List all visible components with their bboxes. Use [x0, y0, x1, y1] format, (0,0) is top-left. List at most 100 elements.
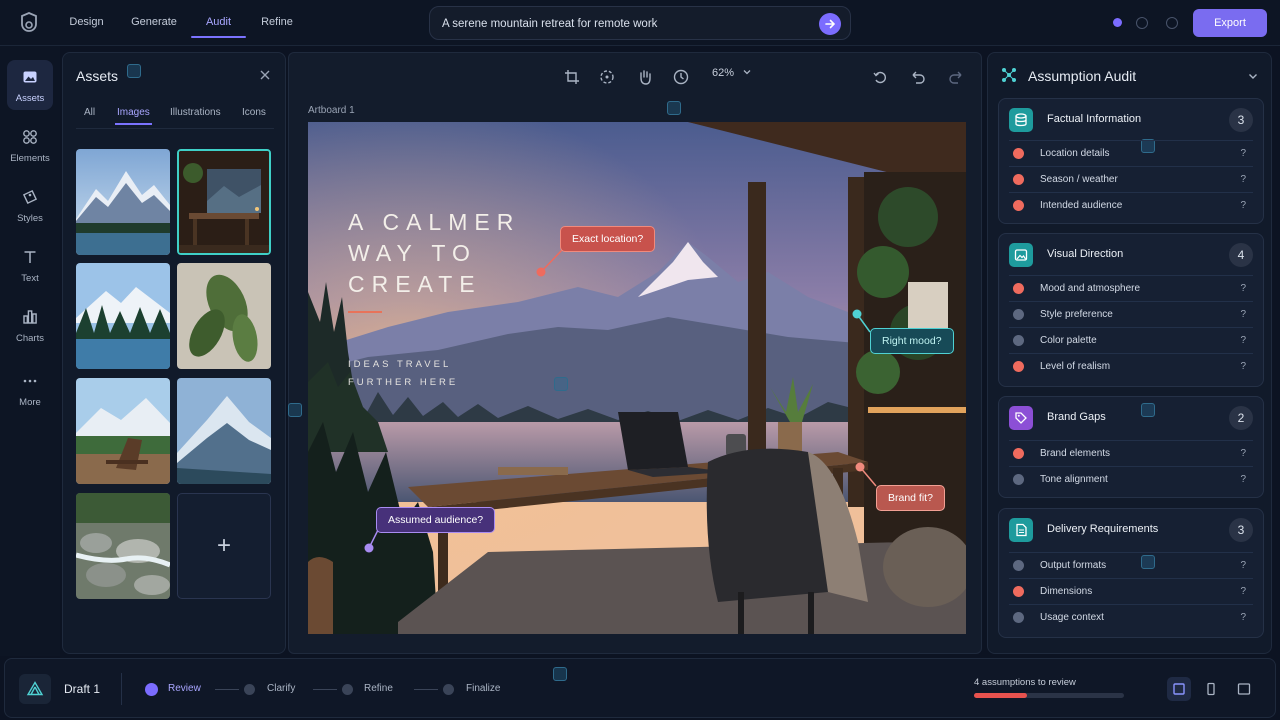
assets-title: Assets — [76, 68, 119, 84]
step-dot-finalize[interactable] — [443, 684, 454, 695]
app-logo-icon[interactable] — [16, 10, 42, 36]
tab-design[interactable]: Design — [60, 0, 113, 46]
canvas-area: 62% Artboard 1 A CALMER WAY TO CREATE ID… — [288, 52, 982, 654]
step-connector — [414, 689, 438, 690]
audit-item-dimensions[interactable]: Dimensions? — [1009, 578, 1253, 604]
help-icon[interactable]: ? — [1240, 361, 1246, 372]
bar-chart-icon — [23, 310, 37, 324]
help-icon[interactable]: ? — [1240, 148, 1246, 159]
asset-tab-icons[interactable]: Icons — [242, 107, 266, 118]
asset-thumbnail-alpine-lake[interactable] — [76, 263, 170, 369]
step-label-review[interactable]: Review — [168, 683, 201, 694]
step-label-clarify[interactable]: Clarify — [267, 683, 295, 694]
export-button[interactable]: Export — [1193, 9, 1267, 37]
audit-section-factual[interactable]: Factual Information 3 Location details? … — [998, 98, 1264, 224]
audit-item-season-weather[interactable]: Season / weather? — [1009, 166, 1253, 192]
tag-icon — [22, 189, 38, 205]
tab-generate[interactable]: Generate — [124, 0, 184, 46]
help-icon[interactable]: ? — [1240, 586, 1246, 597]
audit-item-intended-audience[interactable]: Intended audience? — [1009, 192, 1253, 218]
annotation-exact-location[interactable]: Exact location? — [560, 226, 656, 252]
audit-section-delivery-requirements[interactable]: Delivery Requirements 3 Output formats? … — [998, 508, 1264, 638]
audit-item-output-formats[interactable]: Output formats? — [1009, 552, 1253, 578]
rail-item-assets[interactable]: Assets — [7, 60, 53, 110]
audit-item-location-details[interactable]: Location details? — [1009, 140, 1253, 166]
asset-tab-all[interactable]: All — [84, 107, 95, 118]
step-dot-refine[interactable] — [342, 684, 353, 695]
asset-thumbnail-deck-chair[interactable] — [76, 378, 170, 484]
view-desktop-button[interactable] — [1167, 677, 1191, 701]
rail-item-more[interactable]: More — [7, 364, 53, 414]
annotation-right-mood[interactable]: Right mood? — [870, 328, 954, 354]
hand-icon[interactable] — [635, 67, 655, 87]
help-icon[interactable]: ? — [1240, 612, 1246, 623]
top-bar: Design Generate Audit Refine Export — [0, 0, 1280, 46]
draft-name[interactable]: Draft 1 — [64, 682, 100, 696]
asset-thumbnail-mountain-lake[interactable] — [76, 149, 170, 255]
fit-icon[interactable] — [671, 67, 691, 87]
tab-refine[interactable]: Refine — [251, 0, 303, 46]
history-icon[interactable] — [870, 67, 890, 87]
crop-icon[interactable] — [562, 67, 582, 87]
mobile-icon — [1207, 682, 1215, 696]
rail-label-assets: Assets — [15, 93, 45, 104]
zoom-level[interactable]: 62% — [712, 67, 751, 79]
rail-item-text[interactable]: Text — [7, 240, 53, 290]
help-icon[interactable]: ? — [1240, 174, 1246, 185]
help-icon[interactable]: ? — [1240, 448, 1246, 459]
rail-label-styles: Styles — [17, 213, 43, 224]
item-label: Output formats — [1040, 560, 1107, 571]
undo-icon[interactable] — [908, 67, 928, 87]
redo-icon[interactable] — [946, 67, 966, 87]
annotation-assumed-audience[interactable]: Assumed audience? — [376, 507, 496, 533]
audit-item-style-preference[interactable]: Style preference? — [1009, 301, 1253, 327]
assets-panel: Assets All Images Illustrations Icons + — [62, 52, 286, 654]
tab-audit[interactable]: Audit — [191, 0, 246, 46]
asset-thumbnail-plant-leaves[interactable] — [177, 263, 271, 369]
rail-item-elements[interactable]: Elements — [7, 120, 53, 170]
status-dot-active[interactable] — [1113, 18, 1122, 27]
help-icon[interactable]: ? — [1240, 283, 1246, 294]
audit-item-brand-elements[interactable]: Brand elements? — [1009, 440, 1253, 466]
asset-tab-images[interactable]: Images — [115, 107, 152, 125]
collapse-chevron-icon[interactable] — [1248, 71, 1258, 81]
audit-item-tone-alignment[interactable]: Tone alignment? — [1009, 466, 1253, 492]
submit-prompt-button[interactable] — [819, 13, 841, 35]
asset-thumbnail-cabin-desk-selected[interactable] — [177, 149, 271, 255]
view-mobile-button[interactable] — [1199, 677, 1223, 701]
step-dot-clarify[interactable] — [244, 684, 255, 695]
rail-item-styles[interactable]: Styles — [7, 180, 53, 230]
status-dot-2[interactable] — [1136, 17, 1148, 29]
step-label-finalize[interactable]: Finalize — [466, 683, 500, 694]
help-icon[interactable]: ? — [1240, 309, 1246, 320]
view-tablet-button[interactable] — [1232, 677, 1256, 701]
help-icon[interactable]: ? — [1240, 474, 1246, 485]
asset-tab-illustrations[interactable]: Illustrations — [170, 107, 221, 118]
annotation-brand-fit[interactable]: Brand fit? — [876, 485, 945, 511]
audit-item-level-of-realism[interactable]: Level of realism? — [1009, 353, 1253, 379]
select-icon[interactable] — [597, 67, 617, 87]
audit-item-usage-context[interactable]: Usage context? — [1009, 604, 1253, 630]
rail-label-more: More — [19, 397, 41, 408]
audit-section-brand-gaps[interactable]: Brand Gaps 2 Brand elements? Tone alignm… — [998, 396, 1264, 498]
asset-thumbnail-river-rocks[interactable] — [76, 493, 170, 599]
help-icon[interactable]: ? — [1240, 200, 1246, 211]
divider — [121, 673, 122, 705]
status-dot-3[interactable] — [1166, 17, 1178, 29]
audit-item-color-palette[interactable]: Color palette? — [1009, 327, 1253, 353]
rail-item-charts[interactable]: Charts — [7, 300, 53, 350]
prompt-input[interactable] — [442, 14, 802, 34]
audit-section-visual-direction[interactable]: Visual Direction 4 Mood and atmosphere? … — [998, 233, 1264, 387]
database-icon — [1009, 108, 1033, 132]
item-label: Intended audience — [1040, 200, 1123, 211]
add-asset-button[interactable]: + — [177, 493, 271, 599]
close-icon[interactable] — [259, 69, 271, 81]
asset-thumbnail-misty-peak[interactable] — [177, 378, 271, 484]
step-label-refine[interactable]: Refine — [364, 683, 393, 694]
help-icon[interactable]: ? — [1240, 335, 1246, 346]
audit-item-mood-atmosphere[interactable]: Mood and atmosphere? — [1009, 275, 1253, 301]
help-icon[interactable]: ? — [1240, 560, 1246, 571]
artboard[interactable]: A CALMER WAY TO CREATE IDEAS TRAVEL FURT… — [308, 122, 966, 634]
step-dot-review[interactable] — [145, 683, 158, 696]
draft-icon[interactable] — [19, 674, 51, 704]
